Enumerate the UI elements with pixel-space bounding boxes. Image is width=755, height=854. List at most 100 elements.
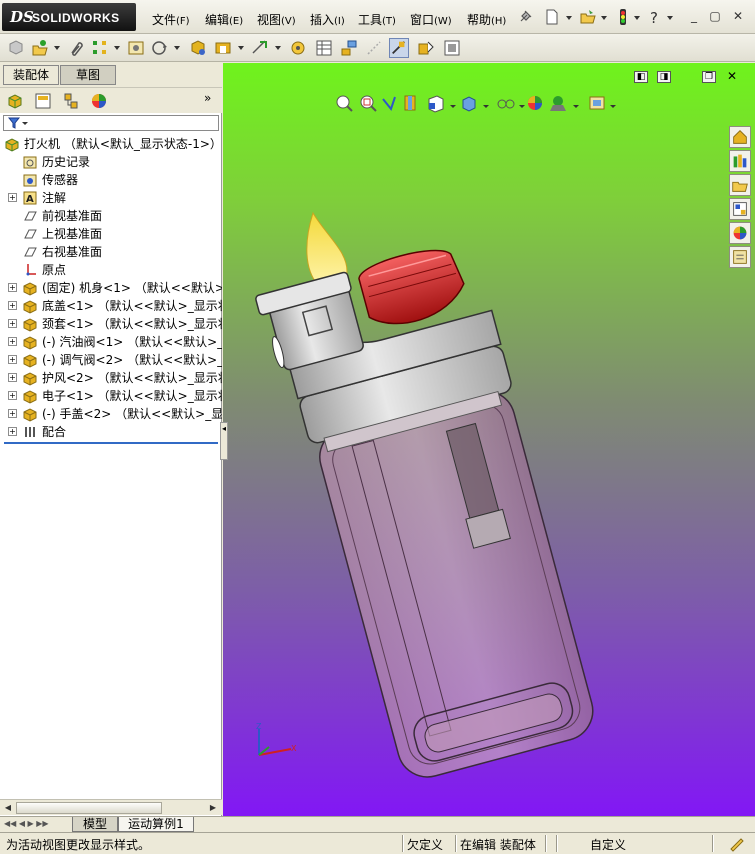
features-dropdown-arrow[interactable] [238, 46, 244, 50]
lighter-model-render[interactable] [223, 63, 755, 816]
tree-item[interactable]: 历史记录 [0, 153, 222, 171]
mates-icon [25, 427, 35, 437]
reference-dropdown-arrow[interactable] [275, 46, 281, 50]
tree-item-label: (-) 手盖<2> （默认<<默认>_显示 [42, 407, 222, 421]
tree-item[interactable]: + 电子<1> （默认<<默认>_显示状态 [0, 387, 222, 405]
menu-edit[interactable]: 编辑(E) [205, 11, 243, 28]
expand-toggle-icon[interactable]: + [8, 409, 17, 418]
menu-insert[interactable]: 插入(I) [310, 11, 345, 28]
appearances-scenes-icon[interactable] [729, 222, 751, 244]
pattern-dropdown-arrow[interactable] [114, 46, 120, 50]
solidworks-resources-home-icon[interactable] [729, 126, 751, 148]
tree-item[interactable]: + 底盖<1> （默认<<默认>_显示状态 [0, 297, 222, 315]
configuration-manager-icon[interactable] [60, 91, 82, 111]
tree-item[interactable]: + (固定) 机身<1> （默认<<默认>_显 [0, 279, 222, 297]
tree-horizontal-scrollbar[interactable]: ◀ ▶ [0, 799, 222, 815]
rebuild-dropdown-arrow[interactable] [634, 16, 640, 20]
assembly-features-icon[interactable] [213, 38, 233, 58]
tree-item[interactable]: 上视基准面 [0, 225, 222, 243]
show-hidden-components-icon[interactable] [188, 38, 208, 58]
property-manager-icon[interactable] [32, 91, 54, 111]
pin-icon[interactable] [516, 8, 534, 26]
tree-item[interactable]: + (-) 调气阀<2> （默认<<默认>_显 [0, 351, 222, 369]
move-dropdown-arrow[interactable] [174, 46, 180, 50]
expand-toggle-icon[interactable]: + [8, 193, 17, 202]
tree-filter-input[interactable] [3, 115, 219, 131]
close-icon[interactable]: ✕ [730, 9, 746, 23]
tab-assembly[interactable]: 装配体 [3, 65, 59, 85]
menu-window[interactable]: 窗口(W) [410, 11, 452, 28]
new-document-icon[interactable] [543, 8, 561, 26]
bill-of-materials-icon[interactable] [314, 38, 334, 58]
expand-toggle-icon[interactable]: + [8, 337, 17, 346]
menu-view[interactable]: 视图(V) [257, 11, 296, 28]
new-component-icon[interactable] [6, 38, 26, 58]
custom-properties-icon[interactable] [729, 246, 751, 268]
smart-fasteners-icon[interactable] [126, 38, 146, 58]
tab-sketch[interactable]: 草图 [60, 65, 116, 85]
tree-item[interactable]: + A 注解 [0, 189, 222, 207]
tree-item[interactable]: 前视基准面 [0, 207, 222, 225]
file-explorer-icon[interactable] [729, 174, 751, 196]
graphics-area[interactable]: ◧ ◨ ❐ ✕ Z X [223, 63, 755, 816]
insert-dropdown-arrow[interactable] [54, 46, 60, 50]
tree-item[interactable]: 传感器 [0, 171, 222, 189]
tree-item[interactable]: + 颈套<1> （默认<<默认>_显示状态 [0, 315, 222, 333]
tab-scroll-arrows-icon[interactable]: ◀◀ ◀ ▶ ▶▶ [4, 819, 68, 830]
traffic-light-icon[interactable] [614, 8, 632, 26]
menu-file[interactable]: 文件(F) [152, 11, 190, 28]
design-library-icon[interactable] [729, 150, 751, 172]
tab-motion-study[interactable]: 运动算例1 [118, 817, 194, 832]
insert-component-icon[interactable] [30, 38, 50, 58]
open-dropdown-arrow[interactable] [601, 16, 607, 20]
menu-help[interactable]: 帮助(H) [467, 11, 506, 28]
tab-model[interactable]: 模型 [72, 817, 118, 832]
scroll-right-arrow-icon[interactable]: ▶ [207, 802, 219, 814]
quick-tips-icon[interactable] [728, 836, 744, 852]
command-manager-tabs: 装配体 草图 [0, 63, 222, 87]
new-dropdown-arrow[interactable] [566, 16, 572, 20]
plane-icon [24, 211, 37, 221]
filter-dropdown-arrow[interactable] [22, 122, 28, 125]
display-manager-icon[interactable] [88, 91, 110, 111]
linear-pattern-icon[interactable] [90, 38, 110, 58]
menu-tools[interactable]: 工具(T) [358, 11, 396, 28]
tree-item[interactable]: 右视基准面 [0, 243, 222, 261]
expand-toggle-icon[interactable]: + [8, 391, 17, 400]
tree-item[interactable]: + (-) 手盖<2> （默认<<默认>_显示 [0, 405, 222, 423]
scroll-left-arrow-icon[interactable]: ◀ [2, 802, 14, 814]
expand-toggle-icon[interactable]: + [8, 355, 17, 364]
help-question-icon[interactable]: ? [646, 8, 664, 26]
tree-rollback-bar[interactable] [4, 442, 218, 444]
instant-3d-icon[interactable] [416, 38, 436, 58]
tree-item[interactable]: + (-) 汽油阀<1> （默认<<默认>_显 [0, 333, 222, 351]
new-motion-study-icon[interactable] [288, 38, 308, 58]
move-component-icon[interactable] [150, 38, 170, 58]
panel-collapse-handle[interactable]: ◂ [220, 422, 228, 460]
mate-paperclip-icon[interactable] [66, 38, 86, 58]
solidworks-logo[interactable]: DS SOLIDWORKS [2, 3, 136, 31]
tree-item[interactable]: 打火机 （默认<默认_显示状态-1>） [0, 135, 222, 153]
open-folder-icon[interactable] [579, 8, 597, 26]
restore-icon[interactable]: ▢ [707, 9, 723, 23]
reference-geometry-icon[interactable] [250, 38, 270, 58]
tree-item[interactable]: 原点 [0, 261, 222, 279]
tree-item[interactable]: + 配合 [0, 423, 222, 441]
status-units[interactable]: 自定义 [590, 836, 626, 853]
options-icon[interactable] [442, 38, 462, 58]
expand-toggle-icon[interactable]: + [8, 283, 17, 292]
explode-line-sketch-icon[interactable] [364, 38, 384, 58]
view-palette-icon[interactable] [729, 198, 751, 220]
expand-toggle-icon[interactable]: + [8, 427, 17, 436]
tree-item[interactable]: + 护风<2> （默认<<默认>_显示状态 [0, 369, 222, 387]
help-dropdown-arrow[interactable] [667, 16, 673, 20]
expand-toggle-icon[interactable]: + [8, 319, 17, 328]
feature-tree-icon[interactable] [4, 91, 26, 111]
scrollbar-thumb[interactable] [16, 802, 162, 814]
exploded-view-icon[interactable] [339, 38, 359, 58]
minimize-icon[interactable]: _ [686, 9, 702, 23]
interference-detection-icon[interactable] [389, 38, 409, 58]
panel-expand-chevron-icon[interactable]: » [204, 91, 211, 105]
expand-toggle-icon[interactable]: + [8, 301, 17, 310]
expand-toggle-icon[interactable]: + [8, 373, 17, 382]
